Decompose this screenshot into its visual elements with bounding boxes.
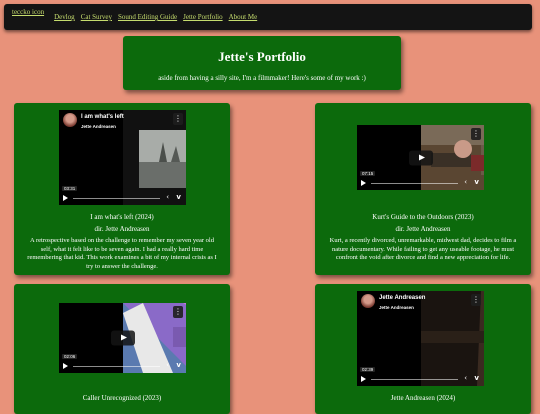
film-title: Kurt's Guide to the Outdoors (2023) bbox=[372, 213, 474, 221]
play-icon[interactable] bbox=[63, 195, 68, 201]
film-card-caller-unrecognized: ⋮ 02:06 ‹ v Caller Unrecognized (2023) bbox=[14, 284, 230, 414]
settings-icon[interactable]: ‹ bbox=[166, 361, 169, 369]
nav-link-sound-editing-guide[interactable]: Sound Editing Guide bbox=[118, 13, 177, 21]
navbar: teccko icon Devlog Cat Survey Sound Edit… bbox=[4, 4, 532, 30]
nav-link-about-me[interactable]: About Me bbox=[229, 13, 258, 21]
film-description: A retrospective based on the challenge t… bbox=[27, 237, 217, 270]
more-options-icon[interactable]: ⋮ bbox=[471, 294, 481, 306]
vimeo-icon[interactable]: v bbox=[176, 193, 181, 201]
progress-track[interactable] bbox=[371, 183, 458, 184]
page-title: Jette's Portfolio bbox=[218, 49, 306, 64]
video-controls: ‹ v bbox=[59, 359, 186, 373]
vimeo-icon[interactable]: v bbox=[176, 361, 181, 369]
nav-link-devlog[interactable]: Devlog bbox=[54, 13, 75, 21]
film-title: Caller Unrecognized (2023) bbox=[82, 394, 162, 402]
film-card-jette-andreasen: Jette Andreasen Jette Andreasen ⋮ 02:39 … bbox=[315, 284, 531, 414]
video-player[interactable]: Jette Andreasen Jette Andreasen ⋮ 02:39 … bbox=[357, 291, 484, 386]
nav-link-cat-survey[interactable]: Cat Survey bbox=[81, 13, 112, 21]
video-player[interactable]: ⋮ 02:06 ‹ v bbox=[59, 303, 186, 373]
film-description: Kurt, a recently divorced, unremarkable,… bbox=[329, 237, 517, 261]
vimeo-icon[interactable]: v bbox=[474, 374, 479, 382]
nav-link-jette-portfolio[interactable]: Jette Portfolio bbox=[183, 13, 222, 21]
play-icon[interactable] bbox=[408, 150, 433, 165]
more-options-icon[interactable]: ⋮ bbox=[173, 306, 183, 318]
video-player[interactable]: I am what's left Jette Andreasen ⋮ 03:31… bbox=[59, 110, 186, 205]
video-channel: Jette Andreasen bbox=[81, 124, 116, 129]
more-options-icon[interactable]: ⋮ bbox=[173, 113, 183, 125]
film-card-i-am-whats-left: I am what's left Jette Andreasen ⋮ 03:31… bbox=[14, 103, 230, 275]
progress-track[interactable] bbox=[73, 366, 160, 367]
play-icon[interactable] bbox=[110, 330, 135, 346]
site-logo[interactable]: teccko icon bbox=[12, 8, 44, 16]
video-controls: ‹ v bbox=[357, 372, 484, 386]
film-director: dir. Jette Andreasen bbox=[395, 225, 451, 233]
video-controls: ‹ v bbox=[59, 191, 186, 205]
play-icon[interactable] bbox=[63, 363, 68, 369]
more-options-icon[interactable]: ⋮ bbox=[471, 128, 481, 140]
page-subtitle: aside from having a silly site, I'm a fi… bbox=[158, 74, 366, 82]
film-title: I am what's left (2024) bbox=[90, 213, 154, 221]
header-card: Jette's Portfolio aside from having a si… bbox=[123, 36, 401, 90]
progress-track[interactable] bbox=[73, 198, 160, 199]
progress-track[interactable] bbox=[371, 379, 458, 380]
video-title: I am what's left bbox=[81, 114, 124, 120]
channel-avatar bbox=[361, 294, 375, 308]
video-title: Jette Andreasen bbox=[379, 295, 426, 301]
video-controls: ‹ v bbox=[357, 176, 484, 190]
vimeo-icon[interactable]: v bbox=[474, 178, 479, 186]
film-card-kurts-guide: ⋮ 07:15 ‹ v Kurt's Guide to the Outdoors… bbox=[315, 103, 531, 275]
channel-avatar bbox=[63, 113, 77, 127]
play-icon[interactable] bbox=[361, 376, 366, 382]
settings-icon[interactable]: ‹ bbox=[166, 193, 169, 201]
play-icon[interactable] bbox=[361, 180, 366, 186]
video-channel: Jette Andreasen bbox=[379, 305, 414, 310]
settings-icon[interactable]: ‹ bbox=[464, 178, 467, 186]
film-title: Jette Andreasen (2024) bbox=[390, 394, 456, 402]
settings-icon[interactable]: ‹ bbox=[464, 374, 467, 382]
video-player[interactable]: ⋮ 07:15 ‹ v bbox=[357, 125, 484, 190]
film-director: dir. Jette Andreasen bbox=[94, 225, 150, 233]
